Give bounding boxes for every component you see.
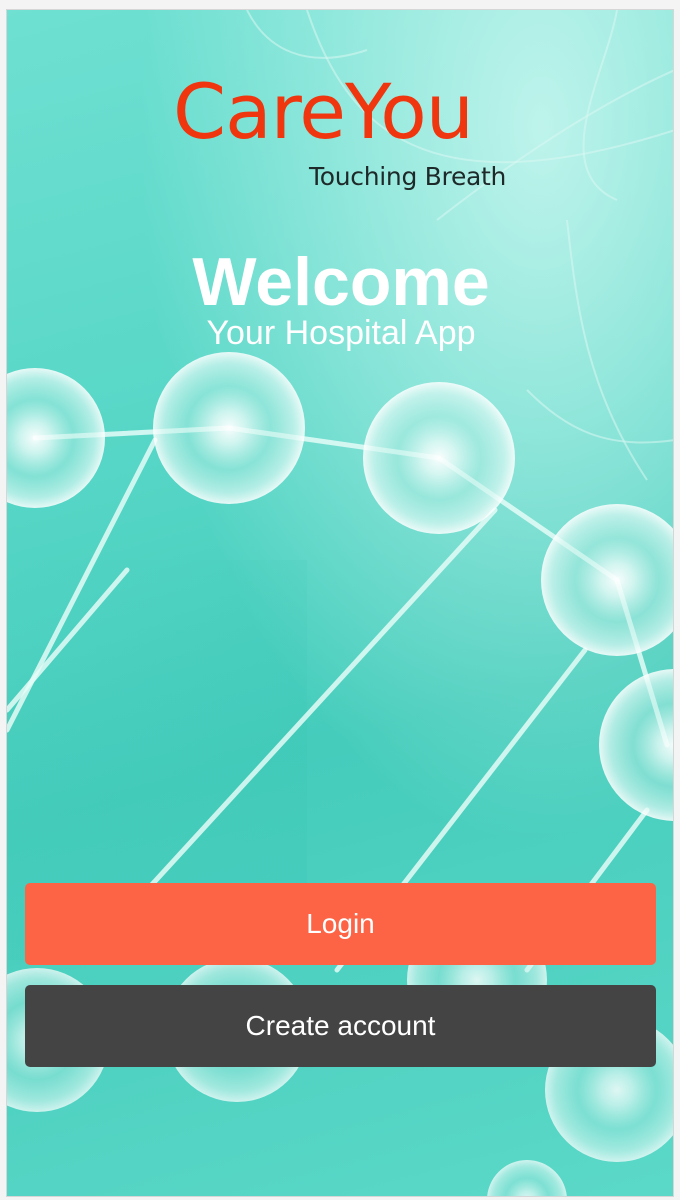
create-account-button[interactable]: Create account — [25, 985, 656, 1067]
app-tagline: Touching Breath — [309, 162, 507, 191]
create-account-button-label: Create account — [245, 1010, 436, 1041]
login-button[interactable]: Login — [25, 883, 656, 965]
welcome-subtitle: Your Hospital App — [206, 314, 476, 352]
welcome-heading: Welcome — [192, 244, 490, 320]
login-button-label: Login — [306, 908, 375, 939]
brand-logo: CareYou Touching Breath — [7, 67, 673, 200]
app-logo-name: CareYou — [173, 67, 474, 156]
app-screen: CareYou Touching Breath Welcome Your Hos… — [6, 9, 674, 1197]
